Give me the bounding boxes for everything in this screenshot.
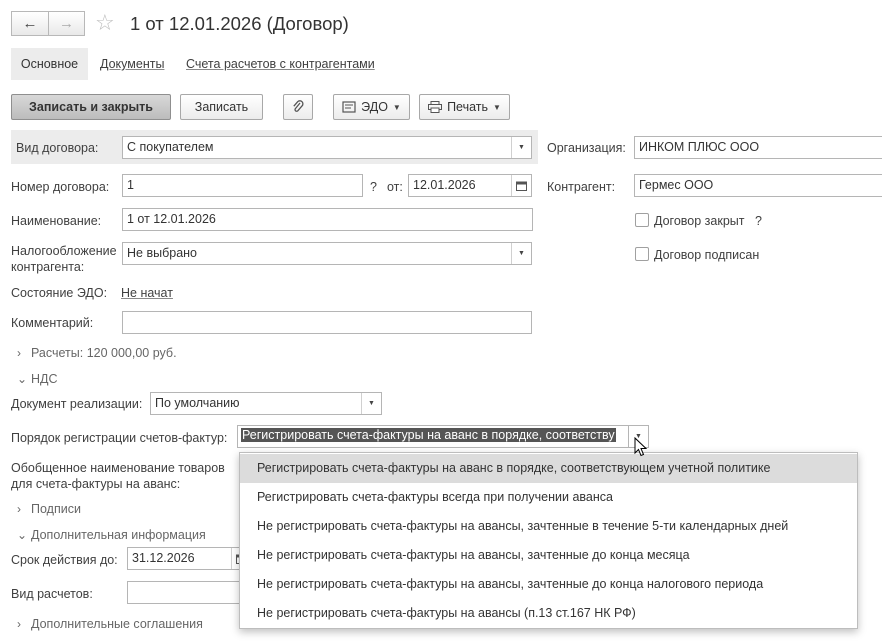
chevron-down-icon: ▼ [493, 102, 501, 112]
name-input[interactable]: 1 от 12.01.2026 [122, 208, 533, 231]
date-from-label: от: [387, 180, 403, 194]
payments-group[interactable]: › Расчеты: 120 000,00 руб. [17, 346, 177, 360]
star-outline-icon[interactable]: ☆ [95, 10, 115, 36]
contract-number-label: Номер договора: [11, 180, 110, 194]
dropdown-option[interactable]: Не регистрировать счета-фактуры на аванс… [240, 570, 857, 599]
sale-document-label: Документ реализации: [11, 397, 143, 411]
comment-input[interactable] [122, 311, 532, 334]
goods-name-label-second-line: для счета-фактуры на аванс: [11, 477, 181, 491]
chevron-down-icon: ⌄ [17, 372, 28, 386]
goods-name-label: Обобщенное наименование товаров [11, 461, 225, 475]
valid-until-label: Срок действия до: [11, 553, 118, 567]
contract-signed-label: Договор подписан [654, 248, 760, 262]
dropdown-option[interactable]: Регистрировать счета-фактуры всегда при … [240, 483, 857, 512]
dropdown-option[interactable]: Не регистрировать счета-фактуры на аванс… [240, 541, 857, 570]
contract-signed-checkbox[interactable] [635, 247, 649, 261]
contract-number-input[interactable]: 1 [122, 174, 363, 197]
dropdown-option[interactable]: Регистрировать счета-фактуры на аванс в … [240, 454, 857, 483]
contract-type-label: Вид договора: [16, 141, 99, 155]
help-question[interactable]: ? [755, 214, 762, 228]
dropdown-option[interactable]: Не регистрировать счета-фактуры на аванс… [240, 599, 857, 628]
tax-label-second-line: контрагента: [11, 260, 85, 274]
invoice-order-select[interactable]: Регистрировать счета-фактуры на аванс в … [237, 425, 649, 448]
printer-icon [428, 101, 443, 113]
sale-document-select[interactable]: По умолчанию ▼ [150, 392, 382, 415]
contract-date-input[interactable]: 12.01.2026 [408, 174, 532, 197]
signatures-group[interactable]: › Подписи [17, 502, 81, 516]
invoice-order-label: Порядок регистрации счетов-фактур: [11, 431, 228, 445]
chevron-down-icon: ⌄ [17, 528, 28, 542]
chevron-down-icon[interactable]: ▼ [511, 243, 531, 264]
print-menu-button[interactable]: Печать ▼ [419, 94, 510, 120]
arrow-right-icon: → [59, 15, 74, 32]
extra-info-group[interactable]: ⌄ Дополнительная информация [17, 528, 206, 542]
help-question[interactable]: ? [370, 180, 377, 194]
mouse-cursor-icon [634, 437, 648, 457]
chevron-right-icon: › [17, 502, 21, 516]
organization-field[interactable]: ИНКОМ ПЛЮС ООО [634, 136, 882, 159]
contract-closed-label: Договор закрыт [654, 214, 745, 228]
contract-type-select[interactable]: С покупателем ▼ [122, 136, 532, 159]
edo-icon [342, 101, 356, 113]
arrow-left-icon: ← [22, 15, 38, 32]
vat-group[interactable]: ⌄ НДС [17, 372, 58, 386]
paperclip-icon [293, 100, 304, 112]
edo-state-link[interactable]: Не начат [121, 286, 173, 300]
extra-agreements-group[interactable]: › Дополнительные соглашения [17, 617, 203, 631]
counterparty-field[interactable]: Гермес ООО [634, 174, 882, 197]
valid-until-input[interactable]: 31.12.2026 [127, 547, 252, 570]
save-button[interactable]: Записать [180, 94, 263, 120]
name-label: Наименование: [11, 214, 102, 228]
forward-button[interactable]: → [48, 11, 85, 36]
save-and-close-button[interactable]: Записать и закрыть [11, 94, 171, 120]
payment-type-label: Вид расчетов: [11, 587, 93, 601]
chevron-down-icon: ▼ [392, 102, 401, 112]
tab-counterparty-accounts[interactable]: Счета расчетов с контрагентами [186, 48, 375, 80]
chevron-down-icon[interactable]: ▼ [511, 137, 531, 158]
tab-main[interactable]: Основное [11, 48, 88, 80]
comment-label: Комментарий: [11, 316, 94, 330]
calendar-icon[interactable] [511, 175, 531, 196]
tax-label: Налогообложение [11, 244, 117, 258]
back-button[interactable]: ← [11, 11, 49, 36]
dropdown-option[interactable]: Не регистрировать счета-фактуры на аванс… [240, 512, 857, 541]
edo-state-label: Состояние ЭДО: [11, 286, 108, 300]
edo-menu-button[interactable]: ЭДО ▼ [333, 94, 410, 120]
chevron-right-icon: › [17, 346, 21, 360]
tab-documents[interactable]: Документы [100, 48, 164, 80]
page-title: 1 от 12.01.2026 (Договор) [130, 13, 349, 34]
chevron-right-icon: › [17, 617, 21, 631]
payment-type-select[interactable] [127, 581, 252, 604]
organization-label: Организация: [547, 141, 626, 155]
attach-button[interactable] [283, 94, 313, 120]
invoice-order-dropdown: Регистрировать счета-фактуры на аванс в … [239, 452, 858, 629]
taxation-select[interactable]: Не выбрано ▼ [122, 242, 532, 265]
contract-closed-checkbox[interactable] [635, 213, 649, 227]
chevron-down-icon[interactable]: ▼ [361, 393, 381, 414]
counterparty-label: Контрагент: [547, 180, 616, 194]
